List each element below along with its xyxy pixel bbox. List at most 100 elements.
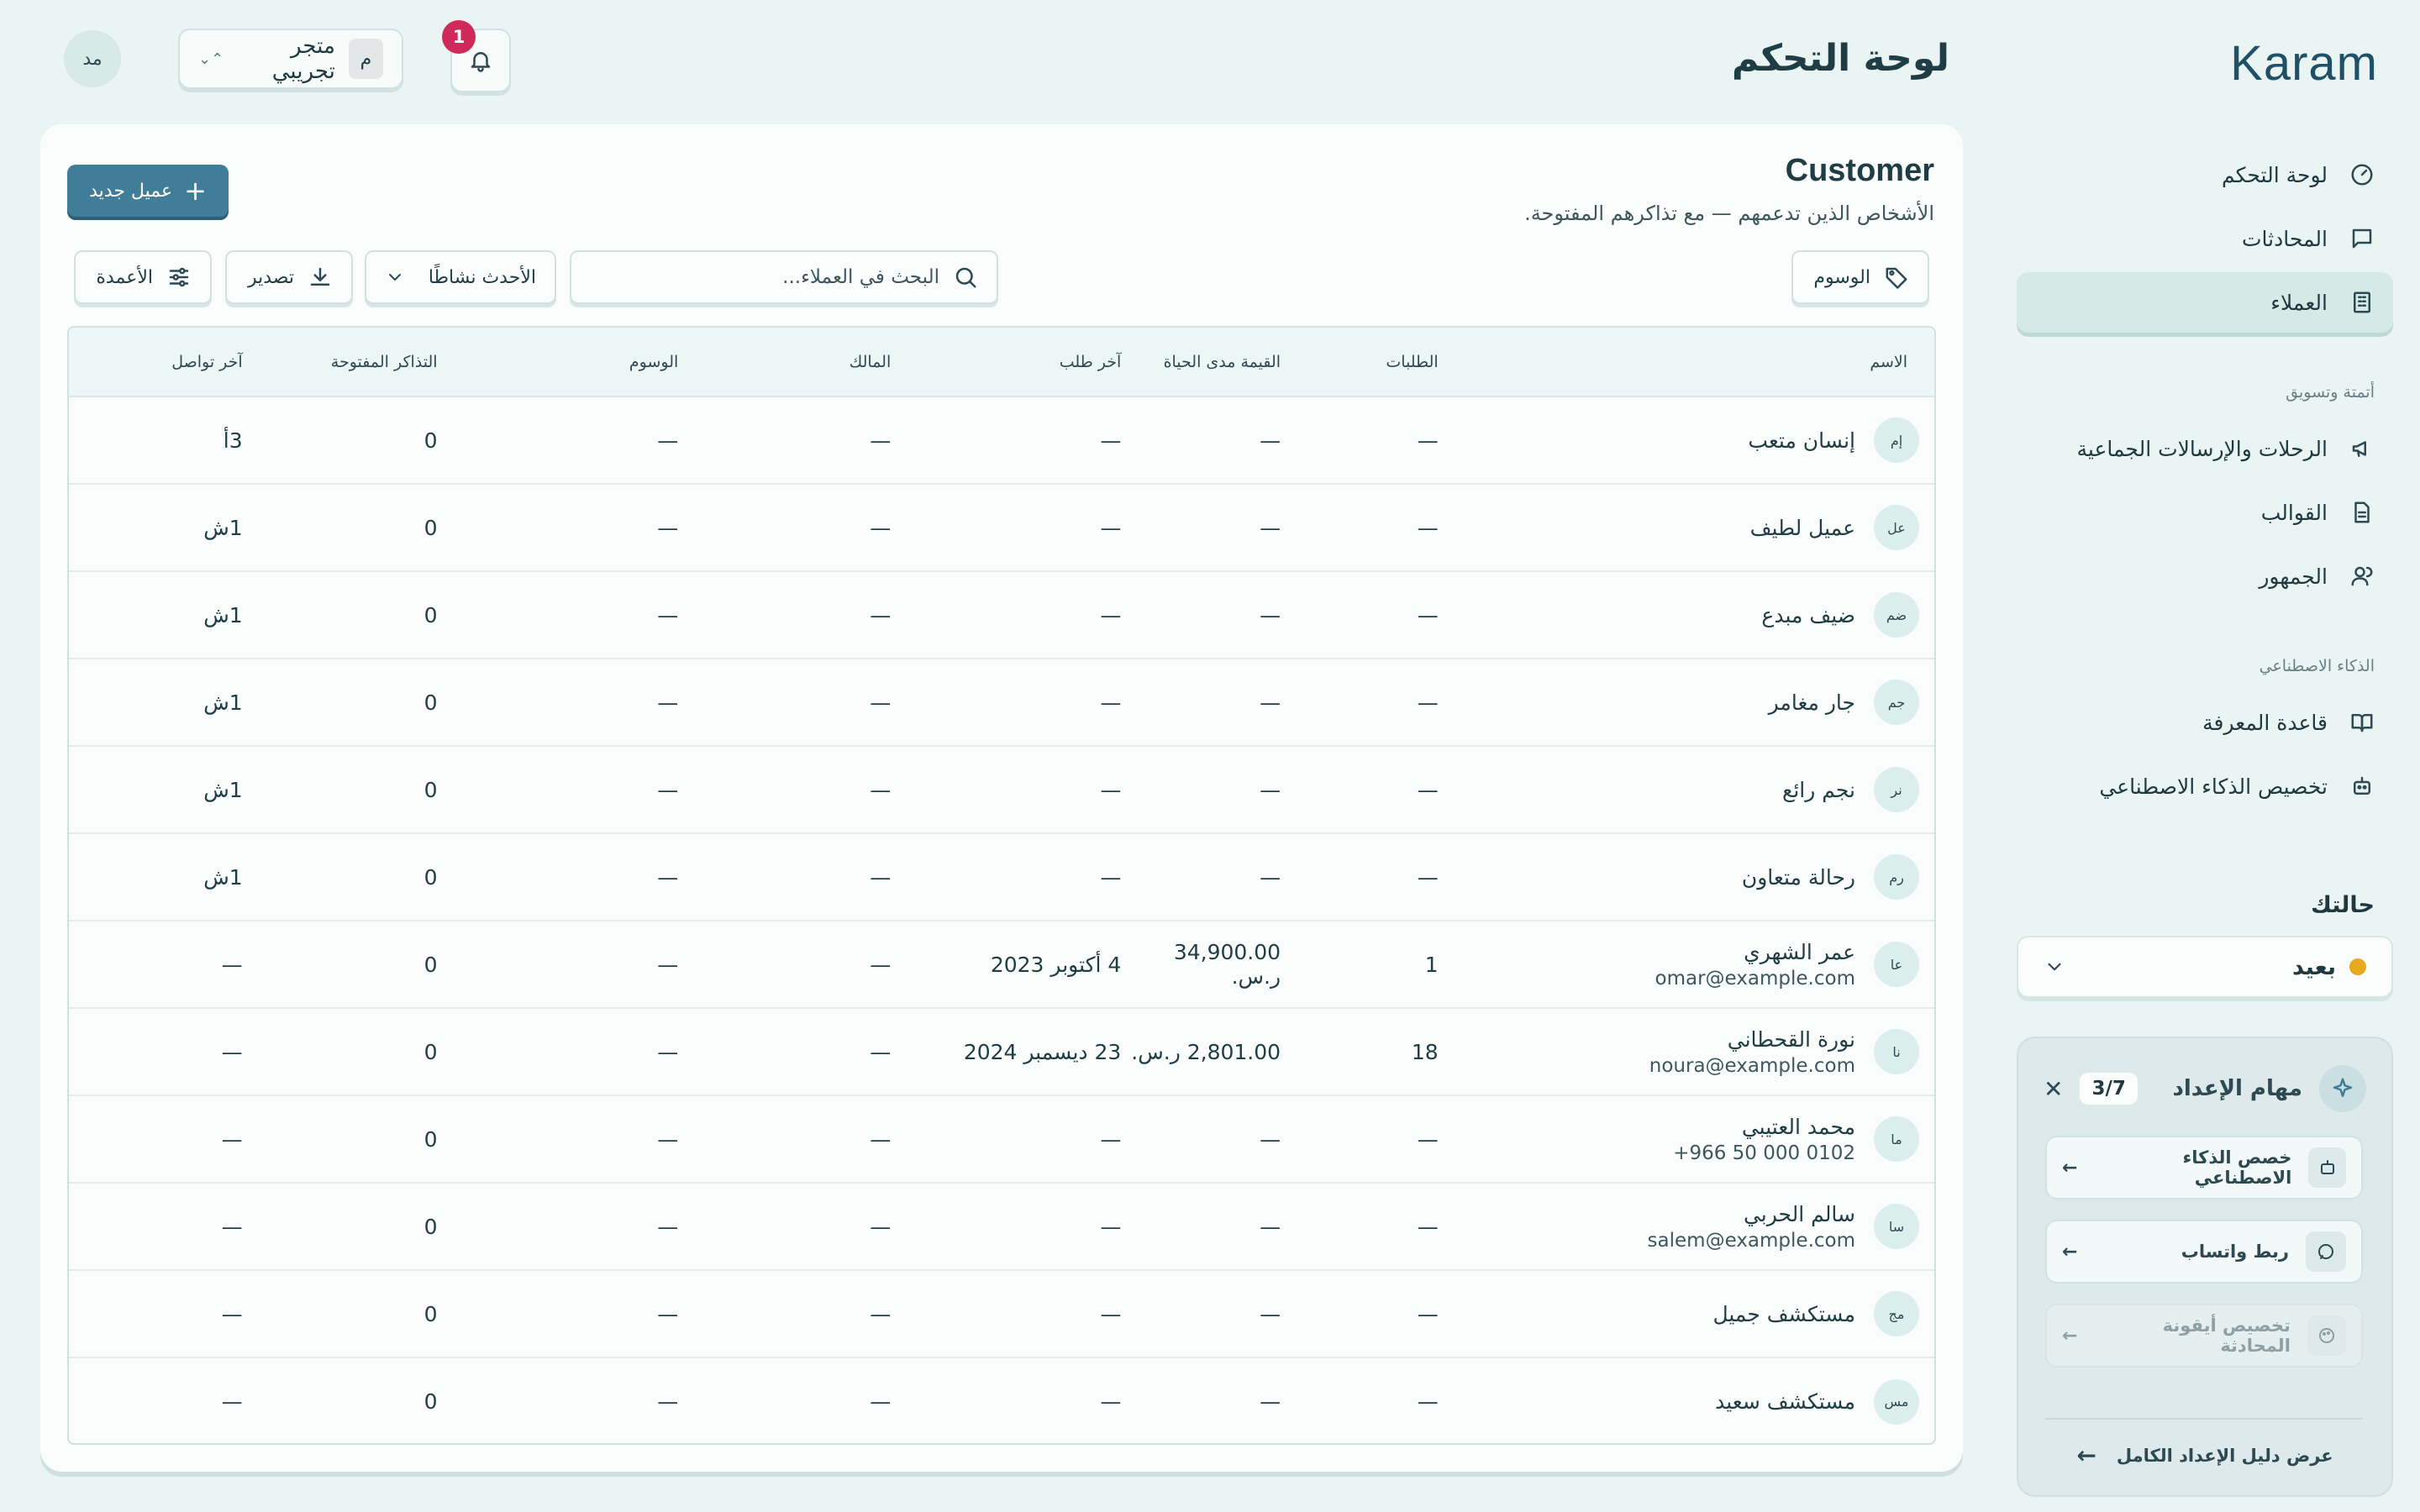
tags-filter-button[interactable]: الوسوم — [1791, 250, 1929, 304]
table-row[interactable]: سا سالم الحربي salem@example.com — — — —… — [69, 1183, 1934, 1270]
setup-guide-link[interactable]: عرض دليل الإعداد الكامل ← — [2018, 1441, 2391, 1469]
setup-task-label: تخصيص أيقونة المحادثة — [2162, 1315, 2291, 1356]
column-header-last-order[interactable]: آخر طلب — [891, 328, 1122, 397]
tags-filter-label: الوسوم — [1813, 266, 1870, 288]
brand-logo[interactable]: Karam — [2230, 35, 2378, 92]
column-header-orders[interactable]: الطلبات — [1281, 328, 1439, 397]
customer-contact: +966 50 000 0102 — [1673, 1142, 1855, 1164]
table-row[interactable]: إم إنسان متعب — — — — — 0 3أ — [69, 396, 1934, 484]
table-row[interactable]: جم جار مغامر — — — — — 0 1ش — [69, 659, 1934, 746]
notifications-button[interactable]: 1 — [442, 20, 511, 92]
tags-cell: — — [657, 515, 679, 540]
orders-cell: — — [1417, 1126, 1439, 1152]
lifetime-value-cell: — — [1260, 1389, 1281, 1414]
status-select[interactable]: بعيد — [2017, 936, 2393, 998]
customer-name: مستكشف جميل — [1712, 1301, 1855, 1326]
setup-guide-label: عرض دليل الإعداد الكامل — [2116, 1445, 2333, 1466]
nav-item-customers[interactable]: العملاء — [2017, 272, 2393, 333]
open-tickets-cell: 0 — [424, 1126, 438, 1152]
customer-contact: noura@example.com — [1649, 1054, 1855, 1077]
arrow-left-icon: ← — [2076, 1441, 2096, 1469]
nav-item-conversations[interactable]: المحادثات — [2017, 208, 2393, 269]
columns-button[interactable]: الأعمدة — [74, 250, 212, 304]
search-input[interactable] — [603, 266, 939, 288]
column-header-name[interactable]: الاسم — [1438, 328, 1934, 397]
sort-select[interactable]: الأحدث نشاطًا — [365, 250, 556, 304]
owner-cell: — — [870, 1039, 892, 1064]
setup-task-widget-icon[interactable]: تخصيص أيقونة المحادثة ← — [2045, 1304, 2363, 1368]
column-header-owner[interactable]: المالك — [678, 328, 892, 397]
table-row[interactable]: نا نورة القحطاني noura@example.com 18 2,… — [69, 1008, 1934, 1095]
section-label-ai: الذكاء الاصطناعي — [2259, 657, 2375, 675]
tags-cell: — — [657, 1301, 679, 1326]
nav-item-journeys[interactable]: الرحلات والإرسالات الجماعية — [2017, 418, 2393, 479]
store-name: متجر تجريبي — [271, 34, 335, 84]
customer-avatar: جم — [1874, 680, 1919, 725]
arrow-left-icon: ← — [2062, 1325, 2078, 1347]
setup-task-ai[interactable]: خصص الذكاء الاصطناعي ← — [2045, 1136, 2363, 1200]
owner-cell: — — [870, 952, 892, 977]
customer-name: نورة القحطاني — [1727, 1026, 1855, 1052]
table-row[interactable]: عا عمر الشهري omar@example.com 1 34,900.… — [69, 921, 1934, 1008]
bot-icon — [2308, 1147, 2346, 1188]
store-avatar: م — [348, 39, 383, 79]
table-row[interactable]: عل عميل لطيف — — — — — 0 1ش — [69, 484, 1934, 571]
table-row[interactable]: مس مستكشف سعيد — — — — — 0 — — [69, 1357, 1934, 1443]
column-header-open-tickets[interactable]: التذاكر المفتوحة — [242, 328, 438, 397]
chat-icon — [2306, 1231, 2346, 1272]
lifetime-value-cell: — — [1260, 1126, 1281, 1152]
customer-avatar: عل — [1874, 505, 1919, 550]
table-row[interactable]: نر نجم رائع — — — — — 0 1ش — [69, 746, 1934, 833]
user-avatar[interactable]: مد — [64, 30, 121, 87]
nav-item-audience[interactable]: الجمهور — [2017, 546, 2393, 606]
table-row[interactable]: مج مستكشف جميل — — — — — 0 — — [69, 1270, 1934, 1357]
close-icon[interactable]: ✕ — [2044, 1075, 2063, 1103]
tags-cell: — — [657, 1389, 679, 1414]
open-tickets-cell: 0 — [424, 515, 438, 540]
customer-avatar: نا — [1874, 1029, 1919, 1074]
setup-task-whatsapp[interactable]: ربط واتساب ← — [2045, 1220, 2363, 1284]
sparkles-icon — [2319, 1065, 2366, 1112]
nav-item-knowledge-base[interactable]: قاعدة المعرفة — [2017, 692, 2393, 753]
lifetime-value-cell: — — [1260, 690, 1281, 715]
setup-tasks-panel: مهام الإعداد 3/7 ✕ خصص الذكاء الاصطناعي … — [2017, 1037, 2393, 1497]
nav-item-templates[interactable]: القوالب — [2017, 482, 2393, 543]
customers-table: الاسم الطلبات القيمة مدى الحياة آخر طلب … — [67, 326, 1936, 1445]
column-header-last-contact[interactable]: آخر تواصل — [69, 328, 243, 397]
customer-name: مستكشف سعيد — [1715, 1389, 1855, 1414]
column-header-lifetime-value[interactable]: القيمة مدى الحياة — [1121, 328, 1281, 397]
users-icon — [2349, 564, 2375, 589]
last-order-cell: — — [1100, 428, 1122, 453]
owner-cell: — — [870, 1214, 892, 1239]
orders-cell: — — [1417, 1389, 1439, 1414]
chevron-down-icon — [385, 267, 405, 287]
column-header-tags[interactable]: الوسوم — [437, 328, 679, 397]
last-order-cell: — — [1100, 515, 1122, 540]
arrow-left-icon: ← — [2062, 1241, 2078, 1263]
table-row[interactable]: ما محمد العتيبي +966 50 000 0102 — — — —… — [69, 1095, 1934, 1183]
lifetime-value-cell: 2,801.00 ر.س. — [1131, 1039, 1281, 1064]
nav-item-label: الجمهور — [2259, 564, 2328, 589]
last-contact-cell: — — [221, 1214, 243, 1239]
last-order-cell: — — [1100, 864, 1122, 890]
building-icon — [2349, 290, 2375, 315]
nav-item-label: قاعدة المعرفة — [2202, 710, 2328, 735]
open-tickets-cell: 0 — [424, 428, 438, 453]
table-row[interactable]: ضم ضيف مبدع — — — — — 0 1ش — [69, 571, 1934, 659]
orders-cell: — — [1417, 864, 1439, 890]
nav-item-ai-customization[interactable]: تخصيص الذكاء الاصطناعي — [2017, 756, 2393, 816]
table-row[interactable]: رم رحالة متعاون — — — — — 0 1ش — [69, 833, 1934, 921]
export-button[interactable]: تصدير — [225, 250, 353, 304]
owner-cell: — — [870, 777, 892, 802]
orders-cell: — — [1417, 515, 1439, 540]
new-customer-button[interactable]: + عميل جديد — [67, 165, 229, 217]
nav-item-dashboard[interactable]: لوحة التحكم — [2017, 144, 2393, 205]
setup-task-label: ربط واتساب — [2181, 1242, 2289, 1262]
lifetime-value-cell: — — [1260, 864, 1281, 890]
nav-item-label: تخصيص الذكاء الاصطناعي — [2099, 774, 2328, 799]
search-box[interactable] — [570, 250, 998, 304]
store-switcher[interactable]: م متجر تجريبي ⌃⌄ — [178, 29, 403, 89]
section-label-marketing: أتمتة وتسويق — [2286, 383, 2375, 402]
lifetime-value-cell: 34,900.00 ر.س. — [1173, 940, 1281, 989]
chevron-updown-icon: ⌃⌄ — [198, 50, 224, 68]
